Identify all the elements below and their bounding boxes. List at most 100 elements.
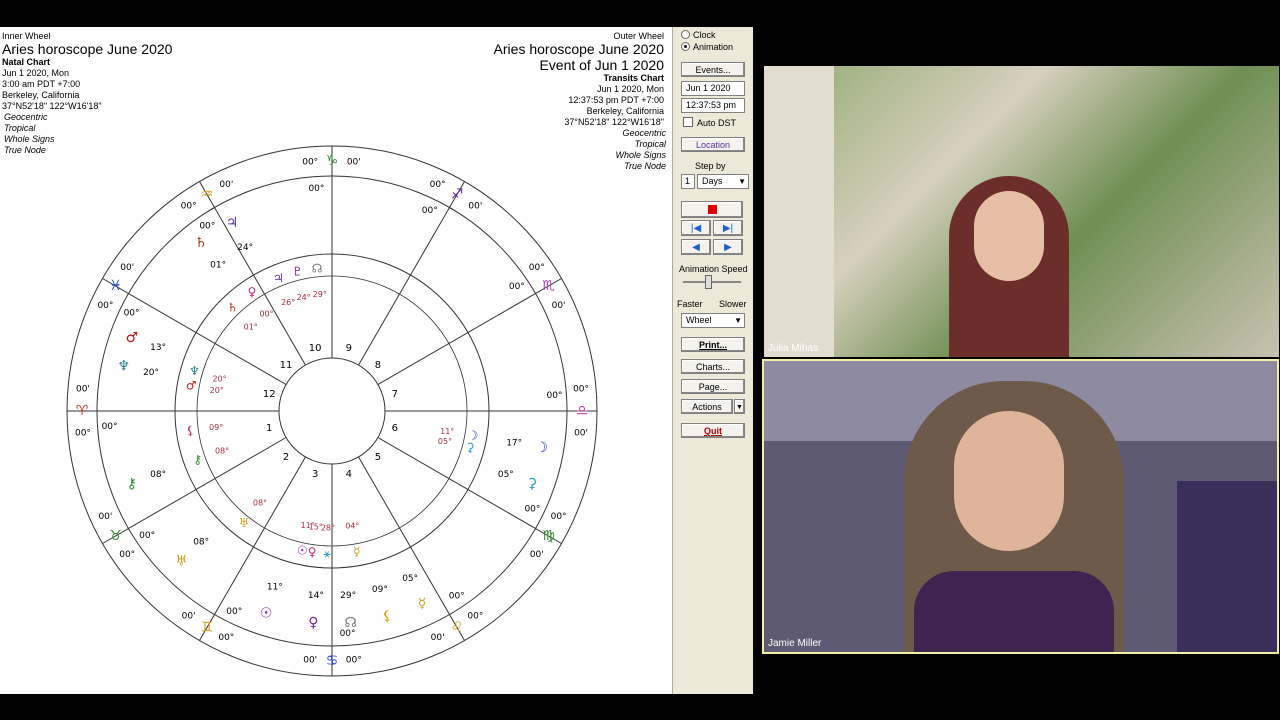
stop-icon — [707, 205, 717, 214]
house-number: 3 — [312, 469, 318, 480]
auto-dst-checkbox[interactable]: Auto DST — [683, 117, 736, 128]
step-by-label: Step by — [695, 161, 726, 171]
radio-clock[interactable]: Clock — [681, 30, 716, 40]
natal-planet-glyph: ♄ — [227, 301, 238, 315]
inner-cusp-degree-label: 00° — [422, 206, 438, 216]
cusp-degree-label: 00° — [218, 633, 234, 643]
step-value-field[interactable]: 1 — [681, 174, 695, 189]
natal-planet-glyph: ⚳ — [466, 441, 475, 455]
transit-planet-glyph: ⚳ — [527, 476, 537, 492]
cusp-minute-label: 00' — [98, 512, 112, 522]
natal-planet-degree: 01° — [244, 322, 258, 331]
natal-planet-degree: 09° — [209, 423, 223, 432]
quit-button[interactable]: Quit — [681, 423, 745, 438]
transit-planet-glyph: ♆ — [117, 359, 130, 375]
wall-edge — [764, 66, 834, 357]
cusp-degree-label: 00° — [75, 428, 91, 438]
date-field[interactable]: Jun 1 2020 — [681, 81, 745, 96]
cusp-minute-label: 00' — [120, 263, 134, 273]
natal-planet-glyph: ♂ — [186, 379, 197, 393]
radio-animation[interactable]: Animation — [681, 42, 733, 52]
natal-planet-degree: 26° — [281, 298, 295, 307]
natal-planet-degree: 08° — [253, 499, 267, 508]
natal-planet-degree: 05° — [438, 437, 452, 446]
transit-planet-glyph: ♄ — [195, 235, 208, 251]
natal-planet-glyph: ♇ — [292, 265, 303, 279]
actions-button[interactable]: Actions — [681, 399, 733, 414]
house-cusp-line — [199, 181, 306, 366]
chevron-down-icon: ▼ — [734, 316, 742, 325]
shelf — [1177, 481, 1277, 652]
speed-slider-handle[interactable] — [705, 275, 712, 289]
house-cusp-line — [377, 278, 562, 385]
cusp-minute-label: 00' — [76, 385, 90, 395]
cusp-degree-label: 00° — [302, 157, 318, 167]
slower-label: Slower — [719, 299, 747, 309]
natal-planet-degree: 00° — [259, 310, 273, 319]
step-unit-select[interactable]: Days ▼ — [697, 174, 749, 189]
inner-cusp-degree-label: 00° — [308, 184, 324, 194]
cusp-minute-label: 00' — [530, 550, 544, 560]
inner-cusp-degree-label: 00° — [199, 222, 215, 232]
sign-glyph: ♈ — [76, 403, 89, 419]
cusp-degree-label: 00° — [181, 202, 197, 212]
step-forward-button[interactable]: ▶ — [713, 239, 743, 255]
stop-button[interactable] — [681, 201, 743, 218]
transit-planet-glyph: ⚸ — [382, 609, 392, 625]
time-field[interactable]: 12:37:53 pm — [681, 98, 745, 113]
jump-forward-button[interactable]: ▶| — [713, 220, 743, 236]
house-number: 1 — [266, 423, 272, 434]
inner-cusp-degree-label: 00° — [509, 282, 525, 292]
house-number: 7 — [392, 389, 398, 400]
charts-button[interactable]: Charts... — [681, 359, 745, 374]
inner-cusp-degree-label: 00° — [124, 309, 140, 319]
speed-slider-track[interactable] — [683, 281, 741, 283]
chevron-down-icon: ▼ — [738, 177, 746, 186]
actions-dropdown-button[interactable]: ▼ — [734, 399, 745, 414]
house-number: 6 — [392, 423, 398, 434]
video-tile-top[interactable]: Julia Mihas — [764, 66, 1279, 357]
page-button[interactable]: Page... — [681, 379, 745, 394]
house-number: 10 — [309, 343, 322, 354]
faster-label: Faster — [677, 299, 703, 309]
transit-planet-glyph: ☿ — [418, 596, 427, 612]
wheel-select[interactable]: Wheel ▼ — [681, 313, 745, 328]
events-button[interactable]: Events... — [681, 62, 745, 77]
house-number: 12 — [263, 389, 276, 400]
natal-planet-degree: 20° — [212, 374, 226, 383]
natal-planet-glyph: ♅ — [239, 516, 250, 530]
transit-planet-degree: 29° — [340, 591, 356, 601]
house-cusp-line — [358, 181, 465, 366]
house-number: 2 — [283, 452, 289, 463]
cusp-degree-label: 00° — [97, 301, 113, 311]
transit-planet-glyph: ☽ — [535, 440, 548, 456]
face-jamie — [954, 411, 1064, 551]
skip-forward-icon: ▶| — [722, 223, 734, 234]
cusp-degree-label: 00° — [430, 180, 446, 190]
natal-planet-degree: 08° — [215, 447, 229, 456]
cusp-minute-label: 00' — [182, 611, 196, 621]
cusp-minute-label: 00' — [303, 656, 317, 666]
cusp-minute-label: 00' — [468, 202, 482, 212]
natal-planet-degree: 28° — [321, 523, 335, 532]
animation-speed-label: Animation Speed — [679, 264, 748, 274]
chevron-down-icon: ▼ — [736, 404, 743, 411]
house-cusp-line — [199, 456, 306, 641]
transit-planet-degree: 05° — [498, 470, 514, 480]
jump-back-button[interactable]: |◀ — [681, 220, 711, 236]
sign-glyph: ♌ — [451, 620, 464, 636]
transit-planet-degree: 20° — [143, 368, 159, 378]
location-button[interactable]: Location — [681, 137, 745, 152]
video-tile-bottom[interactable]: Jamie Miller — [762, 359, 1279, 654]
control-panel: Clock Animation Events... Jun 1 2020 12:… — [672, 27, 753, 694]
cusp-degree-label: 00° — [119, 550, 135, 560]
step-back-button[interactable]: ◀ — [681, 239, 711, 255]
sign-glyph: ♉ — [109, 528, 122, 544]
house-number: 9 — [346, 343, 352, 354]
print-button[interactable]: Print... — [681, 337, 745, 352]
natal-planet-degree: 04° — [345, 522, 359, 531]
transit-planet-degree: 09° — [372, 585, 388, 595]
cusp-degree-label: 00° — [346, 656, 362, 666]
play-icon: ▶ — [724, 242, 732, 253]
sign-glyph: ♎ — [576, 403, 589, 419]
